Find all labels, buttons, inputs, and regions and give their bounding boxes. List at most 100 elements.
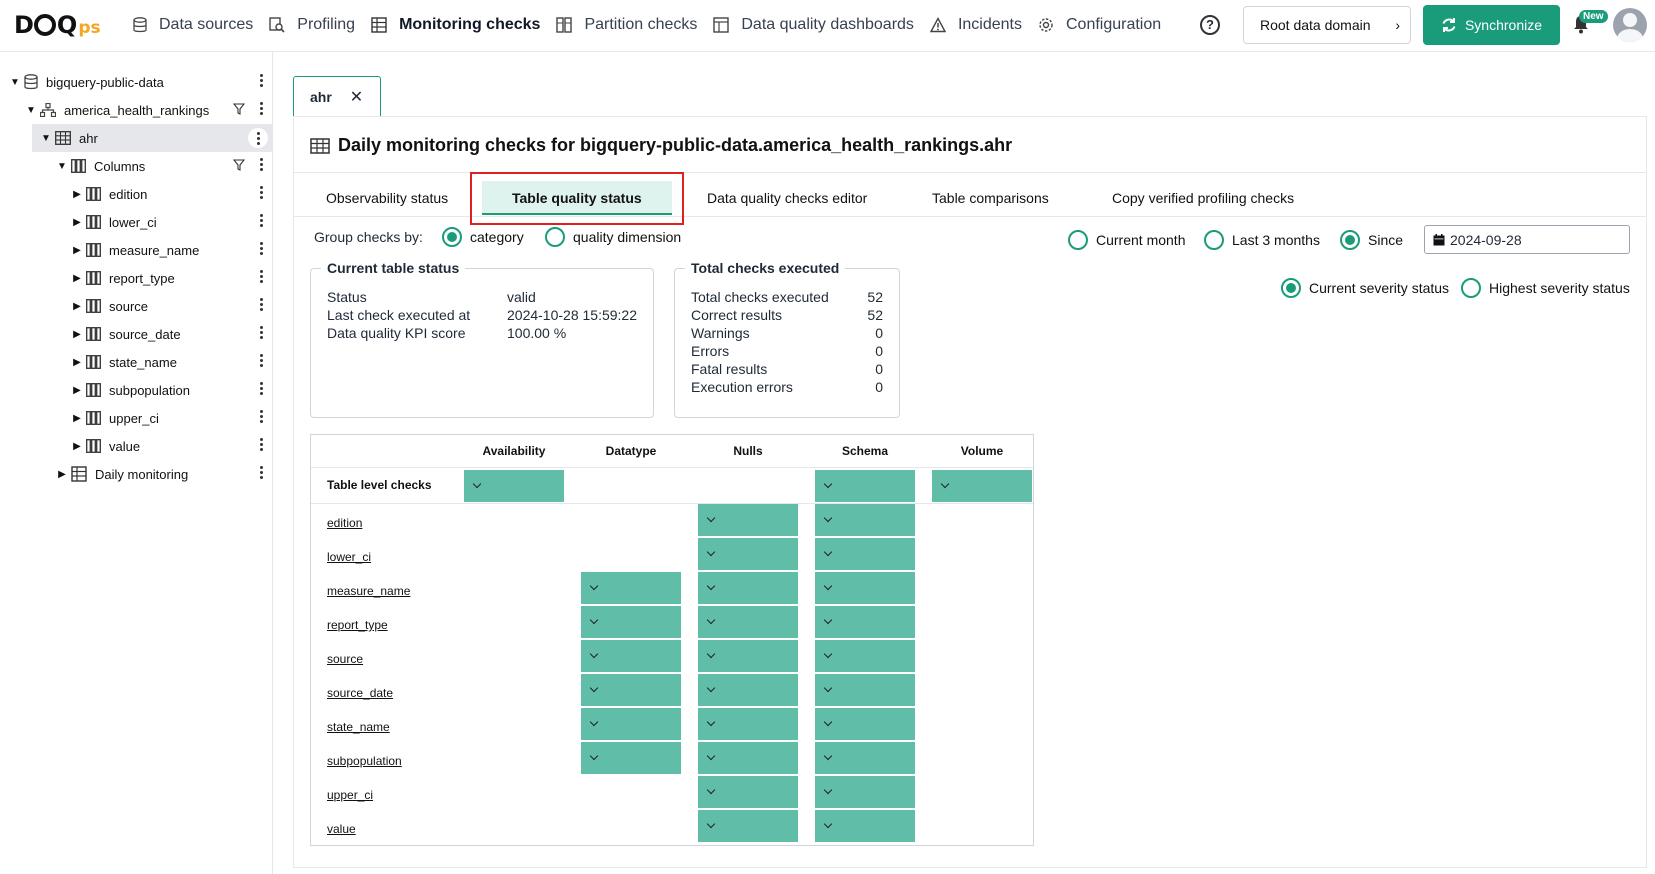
caret-right-icon[interactable]: ▶ — [72, 245, 82, 256]
tree-item-measure-name[interactable]: ▶ measure_name — [0, 236, 272, 264]
filter-icon[interactable] — [232, 103, 246, 118]
column-link-value[interactable]: value — [327, 822, 356, 836]
nav-data-sources[interactable]: Data sources — [133, 16, 253, 34]
tree-item-america-health-rankings[interactable]: ▼ america_health_rankings — [0, 96, 272, 124]
caret-right-icon[interactable]: ▶ — [72, 273, 82, 284]
status-cell-nulls[interactable] — [698, 538, 798, 570]
more-options-icon[interactable] — [260, 438, 264, 451]
caret-right-icon[interactable]: ▶ — [72, 301, 82, 312]
period-since[interactable]: Since — [1340, 230, 1403, 250]
status-cell-nulls[interactable] — [698, 504, 798, 536]
status-cell-schema[interactable] — [815, 606, 915, 638]
tree-item-upper-ci[interactable]: ▶ upper_ci — [0, 404, 272, 432]
help-icon[interactable]: ? — [1200, 15, 1220, 35]
more-options-icon[interactable] — [260, 270, 264, 283]
tree-item-ahr[interactable]: ▼ ahr — [32, 124, 272, 152]
severity-current-severity-status[interactable]: Current severity status — [1281, 278, 1449, 298]
tree-item-report-type[interactable]: ▶ report_type — [0, 264, 272, 292]
more-options-icon[interactable] — [260, 186, 264, 199]
more-options-icon[interactable] — [260, 382, 264, 395]
tree-item-subpopulation[interactable]: ▶ subpopulation — [0, 376, 272, 404]
status-cell-schema[interactable] — [815, 810, 915, 842]
status-cell-datatype[interactable] — [581, 606, 681, 638]
subtab-copy-verified-profiling-checks[interactable]: Copy verified profiling checks — [1112, 190, 1294, 206]
tree-item-columns[interactable]: ▼ Columns — [0, 152, 272, 180]
tree-item-bigquery-public-data[interactable]: ▼ bigquery-public-data — [0, 68, 272, 96]
status-cell-nulls[interactable] — [698, 810, 798, 842]
more-options-icon[interactable] — [260, 354, 264, 367]
caret-right-icon[interactable]: ▶ — [72, 329, 82, 340]
nav-data-quality-dashboards[interactable]: Data quality dashboards — [713, 16, 914, 34]
subtab-observability-status[interactable]: Observability status — [326, 190, 448, 206]
caret-down-icon[interactable]: ▼ — [10, 77, 20, 88]
column-link-lower-ci[interactable]: lower_ci — [327, 550, 371, 564]
status-cell-schema[interactable] — [815, 470, 915, 502]
status-cell-nulls[interactable] — [698, 640, 798, 672]
nav-configuration[interactable]: Configuration — [1038, 16, 1161, 34]
column-link-edition[interactable]: edition — [327, 516, 362, 530]
tree-item-edition[interactable]: ▶ edition — [0, 180, 272, 208]
tree-item-source-date[interactable]: ▶ source_date — [0, 320, 272, 348]
more-options-icon[interactable] — [260, 242, 264, 255]
group-by-quality-dimension[interactable]: quality dimension — [545, 227, 681, 247]
caret-right-icon[interactable]: ▶ — [72, 441, 82, 452]
caret-right-icon[interactable]: ▶ — [72, 217, 82, 228]
more-options-icon[interactable] — [260, 326, 264, 339]
severity-highest-severity-status[interactable]: Highest severity status — [1461, 278, 1630, 298]
caret-down-icon[interactable]: ▼ — [41, 133, 51, 144]
column-link-state-name[interactable]: state_name — [327, 720, 390, 734]
nav-monitoring-checks[interactable]: Monitoring checks — [371, 16, 540, 34]
more-options-icon[interactable] — [260, 158, 264, 171]
radio-circle[interactable] — [1068, 230, 1088, 250]
more-options-icon[interactable] — [260, 298, 264, 311]
nav-profiling[interactable]: Profiling — [269, 16, 355, 34]
more-options-icon[interactable] — [260, 74, 264, 87]
tree-item-lower-ci[interactable]: ▶ lower_ci — [0, 208, 272, 236]
close-icon[interactable]: ✕ — [350, 87, 363, 107]
status-cell-schema[interactable] — [815, 504, 915, 536]
radio-circle[interactable] — [442, 227, 462, 247]
status-cell-nulls[interactable] — [698, 776, 798, 808]
nav-incidents[interactable]: Incidents — [929, 16, 1022, 34]
status-cell-datatype[interactable] — [581, 674, 681, 706]
radio-circle[interactable] — [545, 227, 565, 247]
radio-circle[interactable] — [1204, 230, 1224, 250]
tree-item-source[interactable]: ▶ source — [0, 292, 272, 320]
nav-partition-checks[interactable]: Partition checks — [556, 16, 697, 34]
status-cell-nulls[interactable] — [698, 572, 798, 604]
status-cell-nulls[interactable] — [698, 742, 798, 774]
radio-circle[interactable] — [1281, 278, 1301, 298]
since-date-input[interactable]: 2024-09-28 — [1424, 225, 1630, 254]
tab-ahr[interactable]: ahr ✕ — [293, 76, 381, 116]
status-cell-datatype[interactable] — [581, 572, 681, 604]
radio-circle[interactable] — [1461, 278, 1481, 298]
caret-right-icon[interactable]: ▶ — [57, 469, 67, 480]
status-cell-schema[interactable] — [815, 742, 915, 774]
period-last-3-months[interactable]: Last 3 months — [1204, 230, 1320, 250]
period-current-month[interactable]: Current month — [1068, 230, 1185, 250]
column-link-source[interactable]: source — [327, 652, 363, 666]
dqops-logo[interactable]: D Qps — [14, 10, 101, 40]
column-link-subpopulation[interactable]: subpopulation — [327, 754, 402, 768]
tree-item-value[interactable]: ▶ value — [0, 432, 272, 460]
more-options-icon[interactable] — [248, 128, 268, 148]
column-link-report-type[interactable]: report_type — [327, 618, 388, 632]
more-options-icon[interactable] — [260, 214, 264, 227]
root-domain-button[interactable]: Root data domain › — [1243, 6, 1411, 44]
column-link-upper-ci[interactable]: upper_ci — [327, 788, 373, 802]
column-link-measure-name[interactable]: measure_name — [327, 584, 410, 598]
status-cell-datatype[interactable] — [581, 708, 681, 740]
user-avatar[interactable] — [1613, 8, 1647, 42]
status-cell-datatype[interactable] — [581, 742, 681, 774]
caret-down-icon[interactable]: ▼ — [57, 161, 67, 172]
more-options-icon[interactable] — [260, 466, 264, 479]
status-cell-availability[interactable] — [464, 470, 564, 502]
status-cell-schema[interactable] — [815, 708, 915, 740]
status-cell-schema[interactable] — [815, 776, 915, 808]
status-cell-schema[interactable] — [815, 640, 915, 672]
status-cell-volume[interactable] — [932, 470, 1032, 502]
column-link-source-date[interactable]: source_date — [327, 686, 393, 700]
subtab-table-comparisons[interactable]: Table comparisons — [932, 190, 1049, 206]
subtab-data-quality-checks-editor[interactable]: Data quality checks editor — [707, 190, 867, 206]
status-cell-schema[interactable] — [815, 674, 915, 706]
